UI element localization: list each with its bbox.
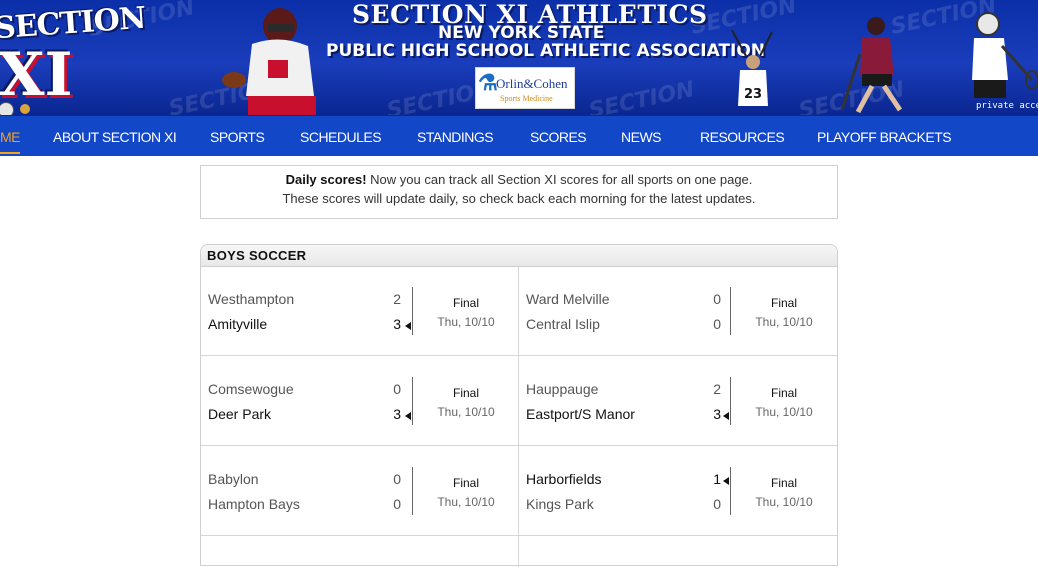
home-team-name[interactable]: Hampton Bays: [208, 496, 300, 512]
lacrosse-player-right-image: [972, 12, 1038, 98]
winner-arrow-icon: [723, 412, 729, 420]
sport-title: BOYS SOCCER: [207, 248, 307, 263]
game-status: Final: [452, 476, 479, 490]
nav-item-about[interactable]: ABOUT SECTION XI: [53, 116, 177, 156]
away-team-name[interactable]: Babylon: [208, 471, 259, 487]
watermark-text: SECTION: [586, 77, 697, 115]
home-team-score: 3: [713, 406, 721, 422]
away-team-score: 0: [393, 471, 401, 487]
game-date: Thu, 10/10: [437, 315, 495, 329]
away-team-name[interactable]: Ward Melville: [526, 291, 610, 307]
runner-icon: ⚗: [478, 70, 498, 95]
basketball-icon: [20, 104, 30, 114]
sponsor-subtitle: Sports Medicine: [500, 94, 553, 103]
winner-arrow-icon: [405, 412, 411, 420]
notice-line-1: Daily scores! Now you can track all Sect…: [201, 172, 837, 187]
game-status: Final: [770, 296, 797, 310]
game-status: Final: [770, 386, 797, 400]
nav-item-standings[interactable]: STANDINGS: [417, 116, 494, 156]
banner-subtitle-association: PUBLIC HIGH SCHOOL ATHLETIC ASSOCIATION: [326, 41, 766, 61]
home-team-name[interactable]: Deer Park: [208, 406, 271, 422]
away-team-score: 1: [713, 471, 721, 487]
lacrosse-player-image: 23: [731, 29, 773, 106]
away-team-score: 2: [713, 381, 721, 397]
home-team-name[interactable]: Eastport/S Manor: [526, 406, 635, 422]
game-card[interactable]: Comsewogue 0 Deer Park 3 Final Thu, 10/10: [201, 357, 518, 446]
away-team-name[interactable]: Hauppauge: [526, 381, 598, 397]
section-header: BOYS SOCCER: [201, 245, 837, 267]
banner-subtitle-state: NEW YORK STATE: [438, 23, 605, 43]
winner-arrow-icon: [405, 322, 411, 330]
game-date: Thu, 10/10: [755, 495, 813, 509]
away-team-name[interactable]: Comsewogue: [208, 381, 294, 397]
game-date: Thu, 10/10: [755, 315, 813, 329]
away-team-score: 2: [393, 291, 401, 307]
home-team-name[interactable]: Central Islip: [526, 316, 600, 332]
home-team-score: 3: [393, 316, 401, 332]
game-card[interactable]: Harborfields 1 Kings Park 0 Final Thu, 10/10: [519, 447, 836, 536]
game-card[interactable]: Hauppauge 2 Eastport/S Manor 3 Final Thu, 10/…: [519, 357, 836, 446]
football-player-image: [222, 8, 316, 115]
sponsor-logo[interactable]: ⚗ Orlin&Cohen Sports Medicine: [475, 67, 575, 109]
nav-item-sports[interactable]: SPORTS: [210, 116, 265, 156]
game-status: Final: [770, 476, 797, 490]
logo-text-main: XI: [0, 40, 73, 110]
home-team-score: 0: [713, 316, 721, 332]
nav-item-resources[interactable]: RESOURCES: [700, 116, 785, 156]
home-team-score: 0: [713, 496, 721, 512]
nav-item-playoff-brackets[interactable]: PLAYOFF BRACKETS: [817, 116, 952, 156]
site-banner: SECTION SECTION SECTION SECTION SECTION …: [0, 0, 1038, 115]
nav-item-home[interactable]: ME: [0, 116, 21, 156]
home-team-name[interactable]: Amityville: [208, 316, 267, 332]
field-hockey-player-image: [840, 17, 903, 114]
away-team-name[interactable]: Harborfields: [526, 471, 601, 487]
game-status: Final: [452, 386, 479, 400]
notice-line-1-text: Now you can track all Section XI scores …: [366, 172, 753, 187]
game-date: Thu, 10/10: [437, 495, 495, 509]
main-navigation: ME ABOUT SECTION XI SPORTS SCHEDULES STA…: [0, 115, 1038, 156]
winner-arrow-icon: [723, 477, 729, 485]
game-card[interactable]: Westhampton 2 Amityville 3 Final Thu, 10/10: [201, 267, 518, 356]
game-date: Thu, 10/10: [437, 405, 495, 419]
game-status: Final: [452, 296, 479, 310]
game-card[interactable]: Ward Melville 0 Central Islip 0 Final Thu, 10…: [519, 267, 836, 356]
away-team-score: 0: [713, 291, 721, 307]
home-team-score: 3: [393, 406, 401, 422]
scores-section: BOYS SOCCER Westhampton 2 Amityville 3 Final…: [200, 244, 838, 567]
home-team-name[interactable]: Kings Park: [526, 496, 594, 512]
notice-bold: Daily scores!: [285, 172, 367, 187]
sponsor-name: Orlin&Cohen: [496, 76, 568, 91]
section-xi-logo[interactable]: SECTION XI: [0, 1, 146, 115]
game-date: Thu, 10/10: [755, 405, 813, 419]
game-card[interactable]: Babylon 0 Hampton Bays 0 Final Thu, 10/10: [201, 447, 518, 536]
private-access-link[interactable]: private acce: [976, 101, 1038, 111]
nav-item-schedules[interactable]: SCHEDULES: [300, 116, 382, 156]
away-team-score: 0: [393, 381, 401, 397]
notice-line-2: These scores will update daily, so check…: [282, 191, 756, 206]
home-team-score: 0: [393, 496, 401, 512]
soccer-ball-icon: [0, 102, 14, 115]
nav-item-scores[interactable]: SCORES: [530, 116, 587, 156]
nav-item-news[interactable]: NEWS: [621, 116, 662, 156]
daily-scores-notice: Daily scores! Now you can track all Sect…: [200, 165, 838, 219]
svg-text:23: 23: [744, 87, 762, 102]
away-team-name[interactable]: Westhampton: [208, 291, 294, 307]
